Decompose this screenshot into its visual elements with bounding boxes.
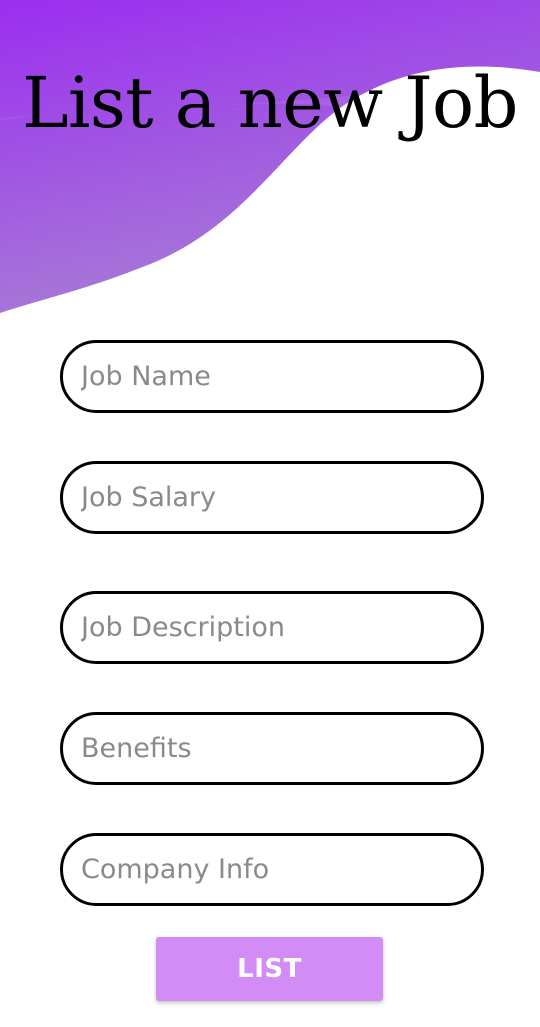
header-wave-background [0, 0, 540, 313]
list-button[interactable]: LIST [156, 937, 383, 1001]
page-title: List a new Job [22, 62, 518, 144]
benefits-input[interactable] [60, 712, 484, 785]
company-info-input[interactable] [60, 833, 484, 906]
job-description-input[interactable] [60, 591, 484, 664]
job-salary-input[interactable] [60, 461, 484, 534]
header-wave-shape [0, 0, 540, 313]
job-name-input[interactable] [60, 340, 484, 413]
list-job-screen: List a new Job LIST [0, 0, 540, 1027]
